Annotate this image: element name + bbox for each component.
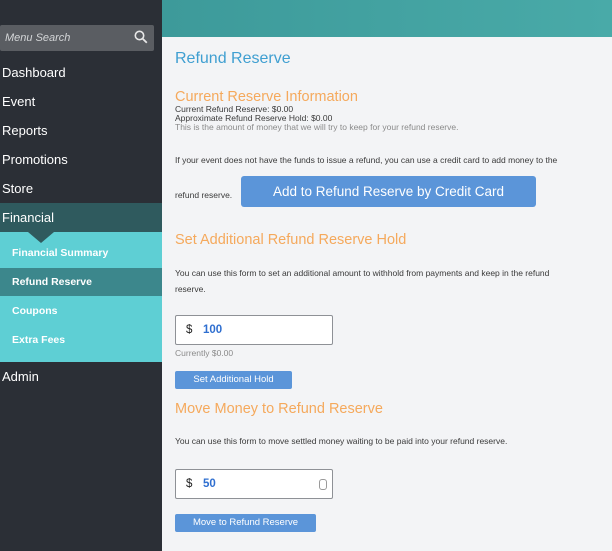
top-bar: [162, 0, 612, 37]
additional-hold-input[interactable]: $ 100: [175, 315, 333, 345]
add-by-credit-card-button[interactable]: Add to Refund Reserve by Credit Card: [241, 176, 536, 207]
reserve-note: This is the amount of money that we will…: [175, 122, 459, 132]
sidebar: Menu Search Dashboard Event Reports Prom…: [0, 0, 162, 551]
menu-search[interactable]: Menu Search: [0, 25, 154, 51]
current-info-heading: Current Reserve Information: [175, 89, 358, 105]
additional-hold-paragraph-end: reserve.: [175, 284, 206, 294]
move-money-heading: Move Money to Refund Reserve: [175, 401, 383, 417]
additional-hold-value[interactable]: 100: [203, 324, 222, 336]
move-money-input[interactable]: $ 50: [175, 469, 333, 499]
subnav-item-coupons[interactable]: Coupons: [0, 297, 162, 325]
subnav-item-financial-summary[interactable]: Financial Summary: [0, 239, 162, 267]
currency-symbol: $: [186, 324, 193, 336]
menu-search-input[interactable]: Menu Search: [5, 32, 70, 44]
funds-paragraph: If your event does not have the funds to…: [175, 155, 558, 165]
funds-paragraph-end: refund reserve.: [175, 190, 233, 200]
move-money-paragraph: You can use this form to move settled mo…: [175, 436, 508, 446]
subnav-item-refund-reserve[interactable]: Refund Reserve: [0, 268, 162, 296]
move-to-refund-reserve-button[interactable]: Move to Refund Reserve: [175, 514, 316, 532]
sidebar-item-promotions[interactable]: Promotions: [0, 145, 162, 174]
sidebar-item-store[interactable]: Store: [0, 174, 162, 203]
sidebar-item-admin[interactable]: Admin: [0, 362, 162, 391]
set-additional-hold-button[interactable]: Set Additional Hold: [175, 371, 292, 389]
sidebar-item-reports[interactable]: Reports: [0, 116, 162, 145]
currently-amount: Currently $0.00: [175, 348, 234, 358]
currency-symbol: $: [186, 478, 193, 490]
main-content: Refund Reserve Current Reserve Informati…: [162, 37, 612, 551]
sidebar-item-financial[interactable]: Financial: [0, 203, 162, 232]
financial-submenu: Financial Summary Refund Reserve Coupons…: [0, 232, 162, 362]
move-money-value[interactable]: 50: [203, 478, 216, 490]
sidebar-item-dashboard[interactable]: Dashboard: [0, 58, 162, 87]
search-icon[interactable]: [134, 30, 148, 44]
additional-hold-heading: Set Additional Refund Reserve Hold: [175, 232, 407, 248]
additional-hold-paragraph: You can use this form to set an addition…: [175, 268, 550, 278]
sidebar-item-event[interactable]: Event: [0, 87, 162, 116]
subnav-item-extra-fees[interactable]: Extra Fees: [0, 326, 162, 354]
page-title: Refund Reserve: [175, 50, 291, 67]
number-stepper-icon[interactable]: [319, 479, 327, 490]
